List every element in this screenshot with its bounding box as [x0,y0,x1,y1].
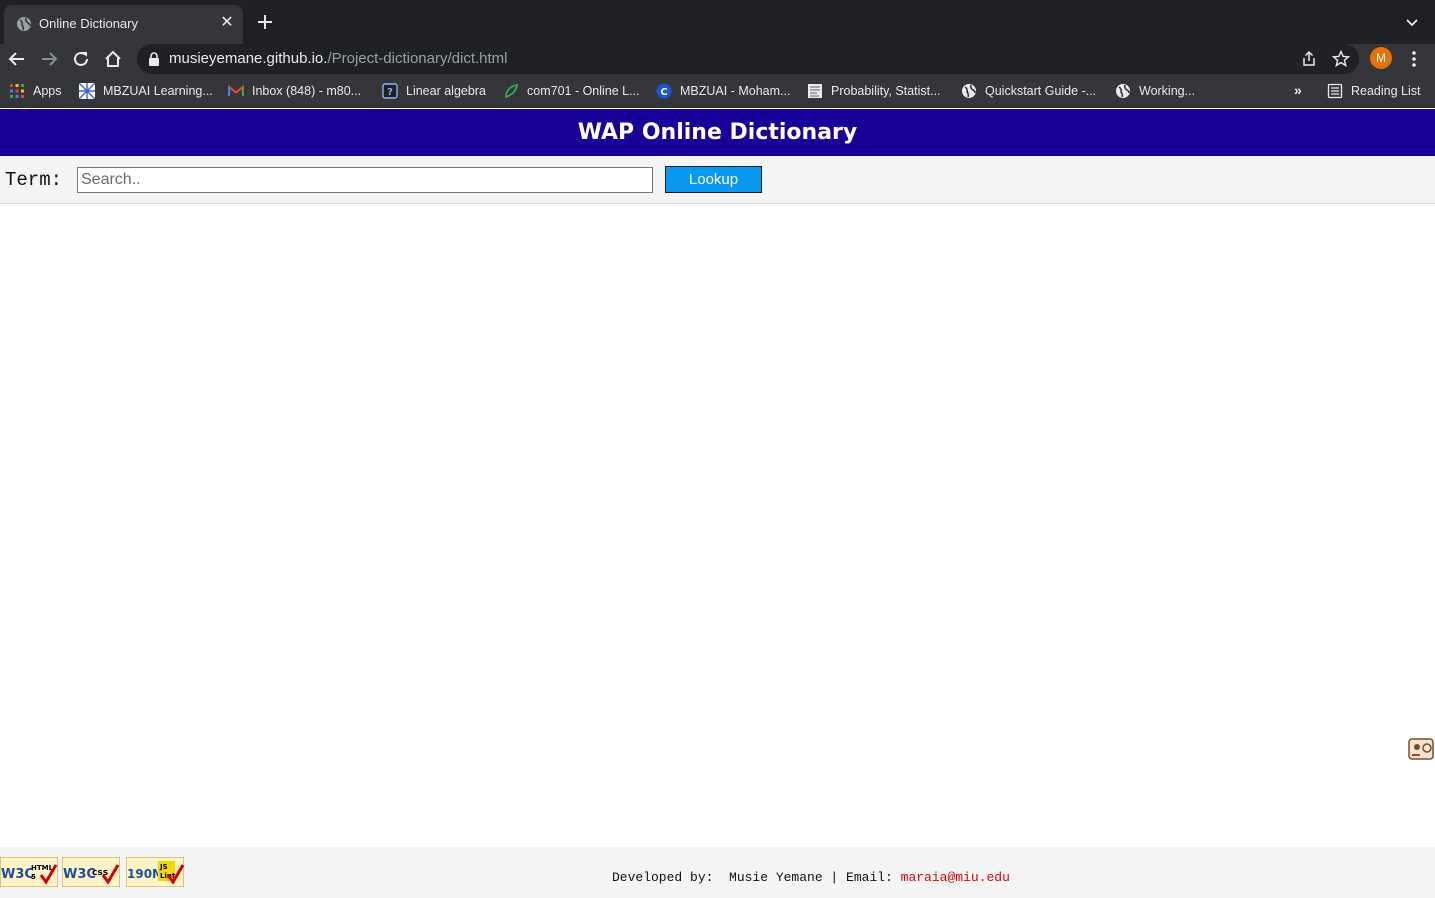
svg-text:W3C: W3C [1,867,34,882]
bookmark-label: Working... [1139,84,1196,98]
bookmark-label: Linear algebra [406,84,486,98]
bookmark-label: Quickstart Guide -... [985,84,1097,98]
extension-widget-icon[interactable] [1406,733,1435,761]
search-input[interactable] [77,167,653,193]
url-path: /Project-dictionary/dict.html [327,50,508,67]
developer-credit: Developed by: Musie Yemane | Email: [612,870,901,885]
browser-tab[interactable]: Online Dictionary ✕ [4,5,243,44]
term-label: Term: [5,169,63,191]
w3c-css-badge-icon[interactable]: W3C css [62,857,120,887]
home-icon[interactable] [102,48,124,70]
lock-icon[interactable] [147,51,161,67]
reading-list-button[interactable]: Reading List [1327,82,1421,100]
address-bar[interactable]: musieyemane.github.io./Project-dictionar… [137,44,1359,74]
reading-list-icon [1327,83,1343,99]
c-logo-icon: C [656,83,672,99]
new-tab-icon[interactable] [254,11,276,33]
browser-tabstrip: Online Dictionary ✕ [0,0,1435,44]
gmail-icon [228,84,244,96]
w3c-html5-badge-icon[interactable]: W3C HTML 5 [0,857,58,887]
more-bookmarks-button[interactable]: » [1294,82,1302,98]
results-area [0,204,1435,847]
bookmark-label: com701 - Online L... [527,84,640,98]
reading-list-label: Reading List [1351,84,1421,98]
chevron-down-icon[interactable] [1403,13,1421,31]
svg-text:HTML: HTML [31,864,54,872]
globe-icon [1116,84,1130,98]
help-icon: ? [382,83,398,99]
bookmark-mbzuai-learning[interactable]: MBZUAI Learning... [79,82,213,100]
footer-credit: Developed by: Musie Yemane | Email: mara… [612,870,1010,885]
browser-toolbar: musieyemane.github.io./Project-dictionar… [0,44,1435,74]
bookmarks-bar: Apps MBZUAI Learning... Inbox (848) - m8… [0,74,1435,108]
close-tab-icon[interactable]: ✕ [218,14,236,32]
tab-title: Online Dictionary [39,16,138,31]
bookmark-quickstart[interactable]: Quickstart Guide -... [961,82,1096,100]
svg-text:5: 5 [31,873,36,881]
bookmark-apps[interactable]: Apps [9,82,62,100]
bookmark-label: Inbox (848) - m80... [252,84,362,98]
bookmark-label: MBZUAI - Moham... [680,84,791,98]
forward-arrow-icon[interactable] [38,48,60,70]
profile-avatar[interactable]: M [1370,47,1392,69]
apps-grid-icon [10,84,24,98]
bookmark-probability[interactable]: Probability, Statist... [807,82,941,100]
mbzuai-icon [79,83,95,99]
back-arrow-icon[interactable] [6,48,28,70]
globe-icon [17,17,31,31]
document-icon [808,84,822,98]
share-icon[interactable] [1299,49,1319,69]
page-footer: W3C HTML 5 W3C css 190M JS Lint Develope… [0,847,1435,898]
svg-text:C: C [660,87,667,98]
lookup-button[interactable]: Lookup [665,166,762,193]
bookmark-inbox[interactable]: Inbox (848) - m80... [228,82,361,100]
svg-text:JS: JS [159,863,168,871]
star-bookmark-icon[interactable] [1331,49,1351,69]
email-link[interactable]: maraia@miu.edu [901,870,1010,885]
svg-text:?: ? [387,87,393,98]
bookmark-com701[interactable]: com701 - Online L... [503,82,640,100]
bookmark-mbzuai-moham[interactable]: C MBZUAI - Moham... [656,82,790,100]
url-host: musieyemane.github.io. [169,50,328,67]
kebab-menu-icon[interactable] [1404,48,1424,70]
bookmark-label: Apps [33,84,62,98]
bookmark-working[interactable]: Working... [1115,82,1195,100]
jslint-badge-icon[interactable]: 190M JS Lint [126,857,184,887]
bookmark-label: MBZUAI Learning... [103,84,213,98]
url-text[interactable]: musieyemane.github.io./Project-dictionar… [169,50,508,67]
page-title: WAP Online Dictionary [577,120,858,145]
leaf-icon [505,83,519,99]
globe-icon [962,84,976,98]
bookmark-linear-algebra[interactable]: ? Linear algebra [382,82,486,100]
search-bar: Term: Lookup [0,156,1435,204]
bookmark-label: Probability, Statist... [831,84,941,98]
page-header: WAP Online Dictionary [0,109,1435,156]
reload-icon[interactable] [70,48,92,70]
svg-text:W3C: W3C [63,867,96,882]
